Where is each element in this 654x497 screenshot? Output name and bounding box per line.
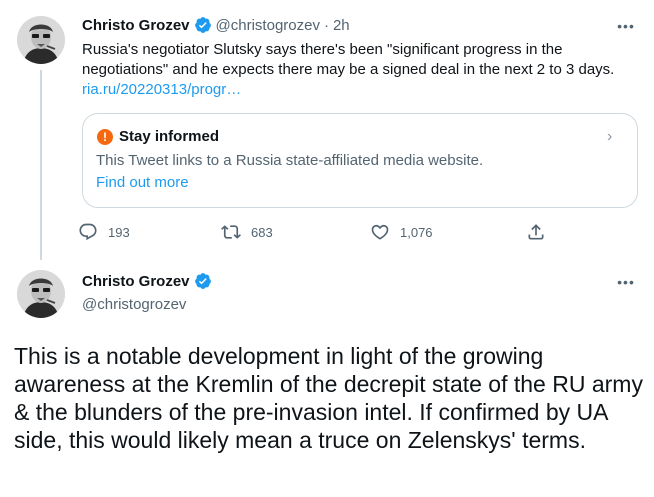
retweet-count: 683 bbox=[251, 224, 273, 240]
tweet-actions: 193 683 1,076 bbox=[78, 222, 548, 244]
reply-icon bbox=[79, 223, 97, 241]
find-out-more-link[interactable]: Find out more bbox=[96, 174, 189, 191]
like-count: 1,076 bbox=[400, 224, 433, 240]
avatar-image bbox=[17, 16, 65, 64]
separator-dot: · bbox=[323, 16, 329, 34]
notice-title: Stay informed bbox=[119, 128, 220, 145]
tweet-2-text: This is a notable development in light o… bbox=[14, 343, 643, 453]
tweet-text: Russia's negotiator Slutsky says there's… bbox=[82, 40, 642, 100]
tweet-link[interactable]: ria.ru/20220313/progr… bbox=[82, 81, 241, 98]
avatar[interactable] bbox=[17, 270, 65, 318]
tweet-header: Christo Grozev @christogrozev · 2h bbox=[82, 14, 350, 36]
retweet-button[interactable]: 683 bbox=[221, 222, 273, 242]
notice-description: This Tweet links to a Russia state-affil… bbox=[96, 152, 484, 169]
timestamp[interactable]: 2h bbox=[333, 17, 350, 34]
author-name[interactable]: Christo Grozev bbox=[82, 273, 190, 290]
share-icon bbox=[528, 224, 544, 240]
more-options-icon[interactable]: ••• bbox=[614, 272, 638, 292]
more-options-icon[interactable]: ••• bbox=[614, 16, 638, 36]
heart-icon bbox=[371, 224, 389, 240]
reply-count: 193 bbox=[108, 224, 130, 240]
reply-button[interactable]: 193 bbox=[78, 222, 130, 242]
retweet-icon bbox=[221, 225, 241, 239]
verified-badge-icon bbox=[194, 16, 212, 34]
chevron-right-icon: › bbox=[607, 128, 613, 145]
thread-connector-line bbox=[40, 70, 42, 260]
share-button[interactable] bbox=[526, 222, 556, 242]
stay-informed-notice[interactable]: ! Stay informed This Tweet links to a Ru… bbox=[82, 113, 638, 208]
tweet-2-header: Christo Grozev bbox=[82, 272, 216, 290]
tweet-body: Russia's negotiator Slutsky says there's… bbox=[82, 41, 615, 78]
verified-badge-icon bbox=[194, 272, 212, 290]
tweet-1[interactable]: Christo Grozev @christogrozev · 2h ••• R… bbox=[0, 0, 654, 262]
warning-icon: ! bbox=[97, 128, 113, 145]
avatar[interactable] bbox=[17, 16, 65, 64]
avatar-image bbox=[17, 270, 65, 318]
author-name[interactable]: Christo Grozev bbox=[82, 17, 190, 34]
notice-title-row: ! Stay informed bbox=[97, 128, 219, 145]
author-handle[interactable]: @christogrozev bbox=[82, 296, 186, 313]
author-handle[interactable]: @christogrozev bbox=[216, 17, 320, 34]
like-button[interactable]: 1,076 bbox=[370, 222, 433, 242]
